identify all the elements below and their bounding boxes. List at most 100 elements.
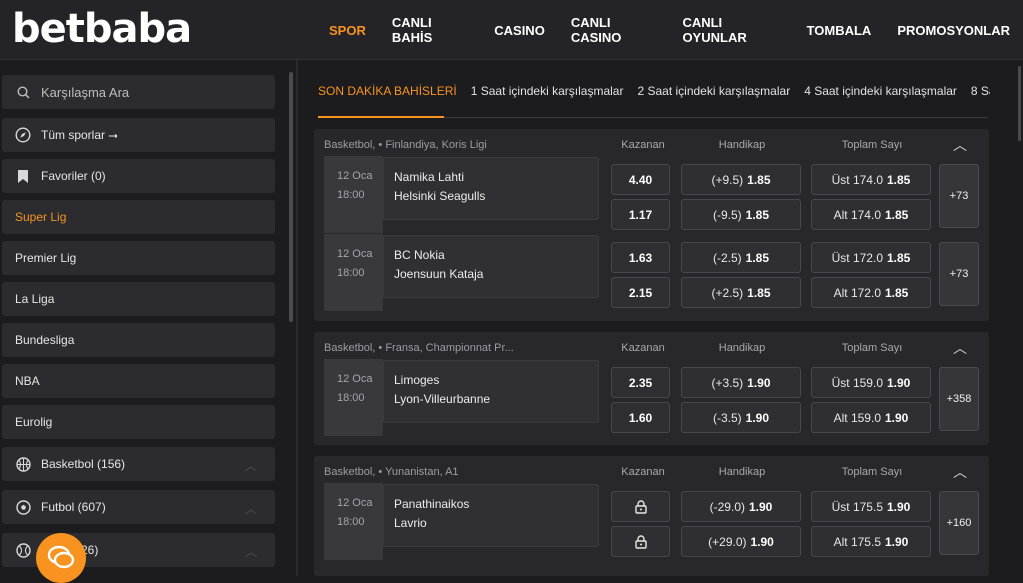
odd-winner-away[interactable]: 1.17 (611, 199, 670, 230)
total-line: Alt 174.0 (833, 207, 881, 222)
sidebar-item-nba[interactable]: NBA (2, 364, 275, 398)
tab-4-saat[interactable]: 4 Saat içindeki karşılaşmalar (804, 84, 957, 108)
sidebar-item-basketbol[interactable]: Basketbol (156) ︿ (2, 447, 275, 481)
match-teams[interactable]: Namika Lahti Helsinki Seagulls (383, 157, 599, 220)
odd-handicap-away[interactable]: (+29.0) 1.90 (681, 526, 801, 557)
odd-total-under[interactable]: Alt 174.0 1.85 (811, 199, 931, 230)
nav-canli-casino[interactable]: CANLI CASINO (571, 15, 657, 45)
odd-value: 1.85 (887, 250, 911, 265)
match-datetime: 12 Oca 18:00 (324, 234, 383, 311)
handicap-line: (+9.5) (711, 172, 744, 187)
column-header-handicap: Handikap (718, 139, 766, 151)
sidebar-item-la-liga[interactable]: La Liga (2, 282, 275, 316)
match-row: 12 Oca 18:00 Panathinaikos Lavrio (324, 483, 599, 560)
collapse-chevron-icon[interactable]: ︿ (950, 338, 970, 356)
sidebar-scrollbar[interactable] (289, 72, 293, 322)
match-teams[interactable]: BC Nokia Joensuun Kataja (383, 235, 599, 298)
nav-canli-oyunlar[interactable]: CANLI OYUNLAR (682, 15, 780, 45)
collapse-chevron-icon[interactable]: ︿ (950, 462, 970, 480)
away-team: Lavrio (394, 516, 427, 530)
tab-2-saat[interactable]: 2 Saat içindeki karşılaşmalar (637, 84, 790, 108)
odd-handicap-home[interactable]: (+3.5) 1.90 (681, 367, 801, 398)
odd-winner-home[interactable]: 2.35 (611, 367, 670, 398)
odd-winner-away[interactable]: 2.15 (611, 277, 670, 308)
odd-value: 1.90 (747, 375, 771, 390)
odd-winner-away[interactable]: 1.60 (611, 402, 670, 433)
odd-total-under[interactable]: Alt 172.0 1.85 (811, 277, 931, 308)
nav-promosyonlar[interactable]: PROMOSYONLAR (897, 23, 1010, 38)
odd-winner-home-locked[interactable] (611, 491, 670, 522)
sidebar-item-bundesliga[interactable]: Bundesliga (2, 323, 275, 357)
match-row: 12 Oca 18:00 BC Nokia Joensuun Kataja (324, 234, 599, 311)
odd-handicap-away[interactable]: (+2.5) 1.85 (681, 277, 801, 308)
nav-casino[interactable]: CASINO (494, 23, 545, 38)
lock-icon (634, 534, 647, 549)
tennis-icon (15, 542, 31, 558)
chevron-up-icon[interactable]: ︿ (245, 500, 257, 517)
sidebar-item-favorites[interactable]: Favoriler (0) (2, 159, 275, 193)
home-team: Panathinaikos (394, 497, 470, 511)
more-markets-button[interactable]: +358 (939, 367, 979, 431)
chevron-up-icon[interactable]: ︿ (245, 457, 257, 474)
handicap-line: (+2.5) (711, 285, 744, 300)
sidebar-item-futbol[interactable]: Futbol (607) ︿ (2, 490, 275, 524)
event-card: Basketbol, • Fransa, Championnat Pr... K… (314, 332, 989, 445)
odd-total-over[interactable]: Üst 159.0 1.90 (811, 367, 931, 398)
main-scrollbar[interactable] (1018, 66, 1021, 141)
odd-handicap-away[interactable]: (-9.5) 1.85 (681, 199, 801, 230)
odd-total-under[interactable]: Alt 159.0 1.90 (811, 402, 931, 433)
collapse-chevron-icon[interactable]: ︿ (950, 135, 970, 153)
odd-winner-away-locked[interactable] (611, 526, 670, 557)
odd-value: 1.90 (887, 499, 911, 514)
odd-total-under[interactable]: Alt 175.5 1.90 (811, 526, 931, 557)
tab-8-saat[interactable]: 8 Saat içinde (971, 84, 990, 108)
odd-value: 1.85 (887, 172, 911, 187)
nav-tombala[interactable]: TOMBALA (807, 23, 872, 38)
odd-total-over[interactable]: Üst 172.0 1.85 (811, 242, 931, 273)
match-row: 12 Oca 18:00 Limoges Lyon-Villeurbanne (324, 359, 599, 436)
column-header-winner: Kazanan (621, 342, 665, 354)
total-line: Üst 172.0 (831, 250, 883, 265)
match-teams[interactable]: Limoges Lyon-Villeurbanne (383, 360, 599, 423)
more-markets-button[interactable]: +73 (939, 242, 979, 306)
odd-winner-home[interactable]: 4.40 (611, 164, 670, 195)
nav-spor[interactable]: SPOR (329, 23, 366, 38)
match-teams[interactable]: Panathinaikos Lavrio (383, 484, 599, 547)
sidebar-item-all-sports[interactable]: Tüm sporlar ⭢ (2, 118, 275, 152)
odd-handicap-home[interactable]: (+9.5) 1.85 (681, 164, 801, 195)
tab-son-dakika[interactable]: SON DAKİKA BAHİSLERİ (318, 84, 457, 108)
match-datetime: 12 Oca 18:00 (324, 156, 383, 233)
lock-icon (634, 499, 647, 514)
odd-value: 1.90 (885, 534, 909, 549)
sidebar-item-premier-lig[interactable]: Premier Lig (2, 241, 275, 275)
tab-1-saat[interactable]: 1 Saat içindeki karşılaşmalar (471, 84, 624, 108)
chevron-up-icon[interactable]: ︿ (245, 543, 257, 560)
handicap-line: (-9.5) (712, 207, 742, 222)
odd-value: 1.90 (885, 410, 909, 425)
search-input[interactable]: Karşılaşma Ara (41, 85, 129, 100)
odd-value: 1.85 (747, 285, 771, 300)
odd-value: 1.85 (745, 207, 770, 222)
odd-value: 4.40 (628, 172, 653, 187)
sidebar-item-eurolig[interactable]: Eurolig (2, 405, 275, 439)
odd-value: 1.85 (747, 172, 771, 187)
top-bar: betbaba SPOR CANLI BAHİS CASINO CANLI CA… (0, 0, 1023, 60)
search-box[interactable]: Karşılaşma Ara (2, 75, 275, 109)
odd-total-over[interactable]: Üst 174.0 1.85 (811, 164, 931, 195)
odd-winner-home[interactable]: 1.63 (611, 242, 670, 273)
odd-total-over[interactable]: Üst 175.5 1.90 (811, 491, 931, 522)
total-line: Üst 175.5 (831, 499, 883, 514)
more-markets-button[interactable]: +73 (939, 164, 979, 228)
nav-canli-bahis[interactable]: CANLI BAHİS (392, 15, 468, 45)
odd-handicap-home[interactable]: (-2.5) 1.85 (681, 242, 801, 273)
sidebar-item-label: Tüm sporlar ⭢ (41, 127, 118, 142)
sidebar-item-label: Futbol (607) (41, 500, 106, 514)
odd-handicap-away[interactable]: (-3.5) 1.90 (681, 402, 801, 433)
odd-handicap-home[interactable]: (-29.0) 1.90 (681, 491, 801, 522)
column-header-total: Toplam Sayı (841, 342, 903, 354)
column-header-total: Toplam Sayı (841, 139, 903, 151)
sidebar-item-super-lig[interactable]: Super Lig (2, 200, 275, 234)
betbaba-logo[interactable]: betbaba (12, 6, 192, 52)
more-markets-button[interactable]: +160 (939, 491, 979, 555)
home-team: Limoges (394, 373, 440, 387)
